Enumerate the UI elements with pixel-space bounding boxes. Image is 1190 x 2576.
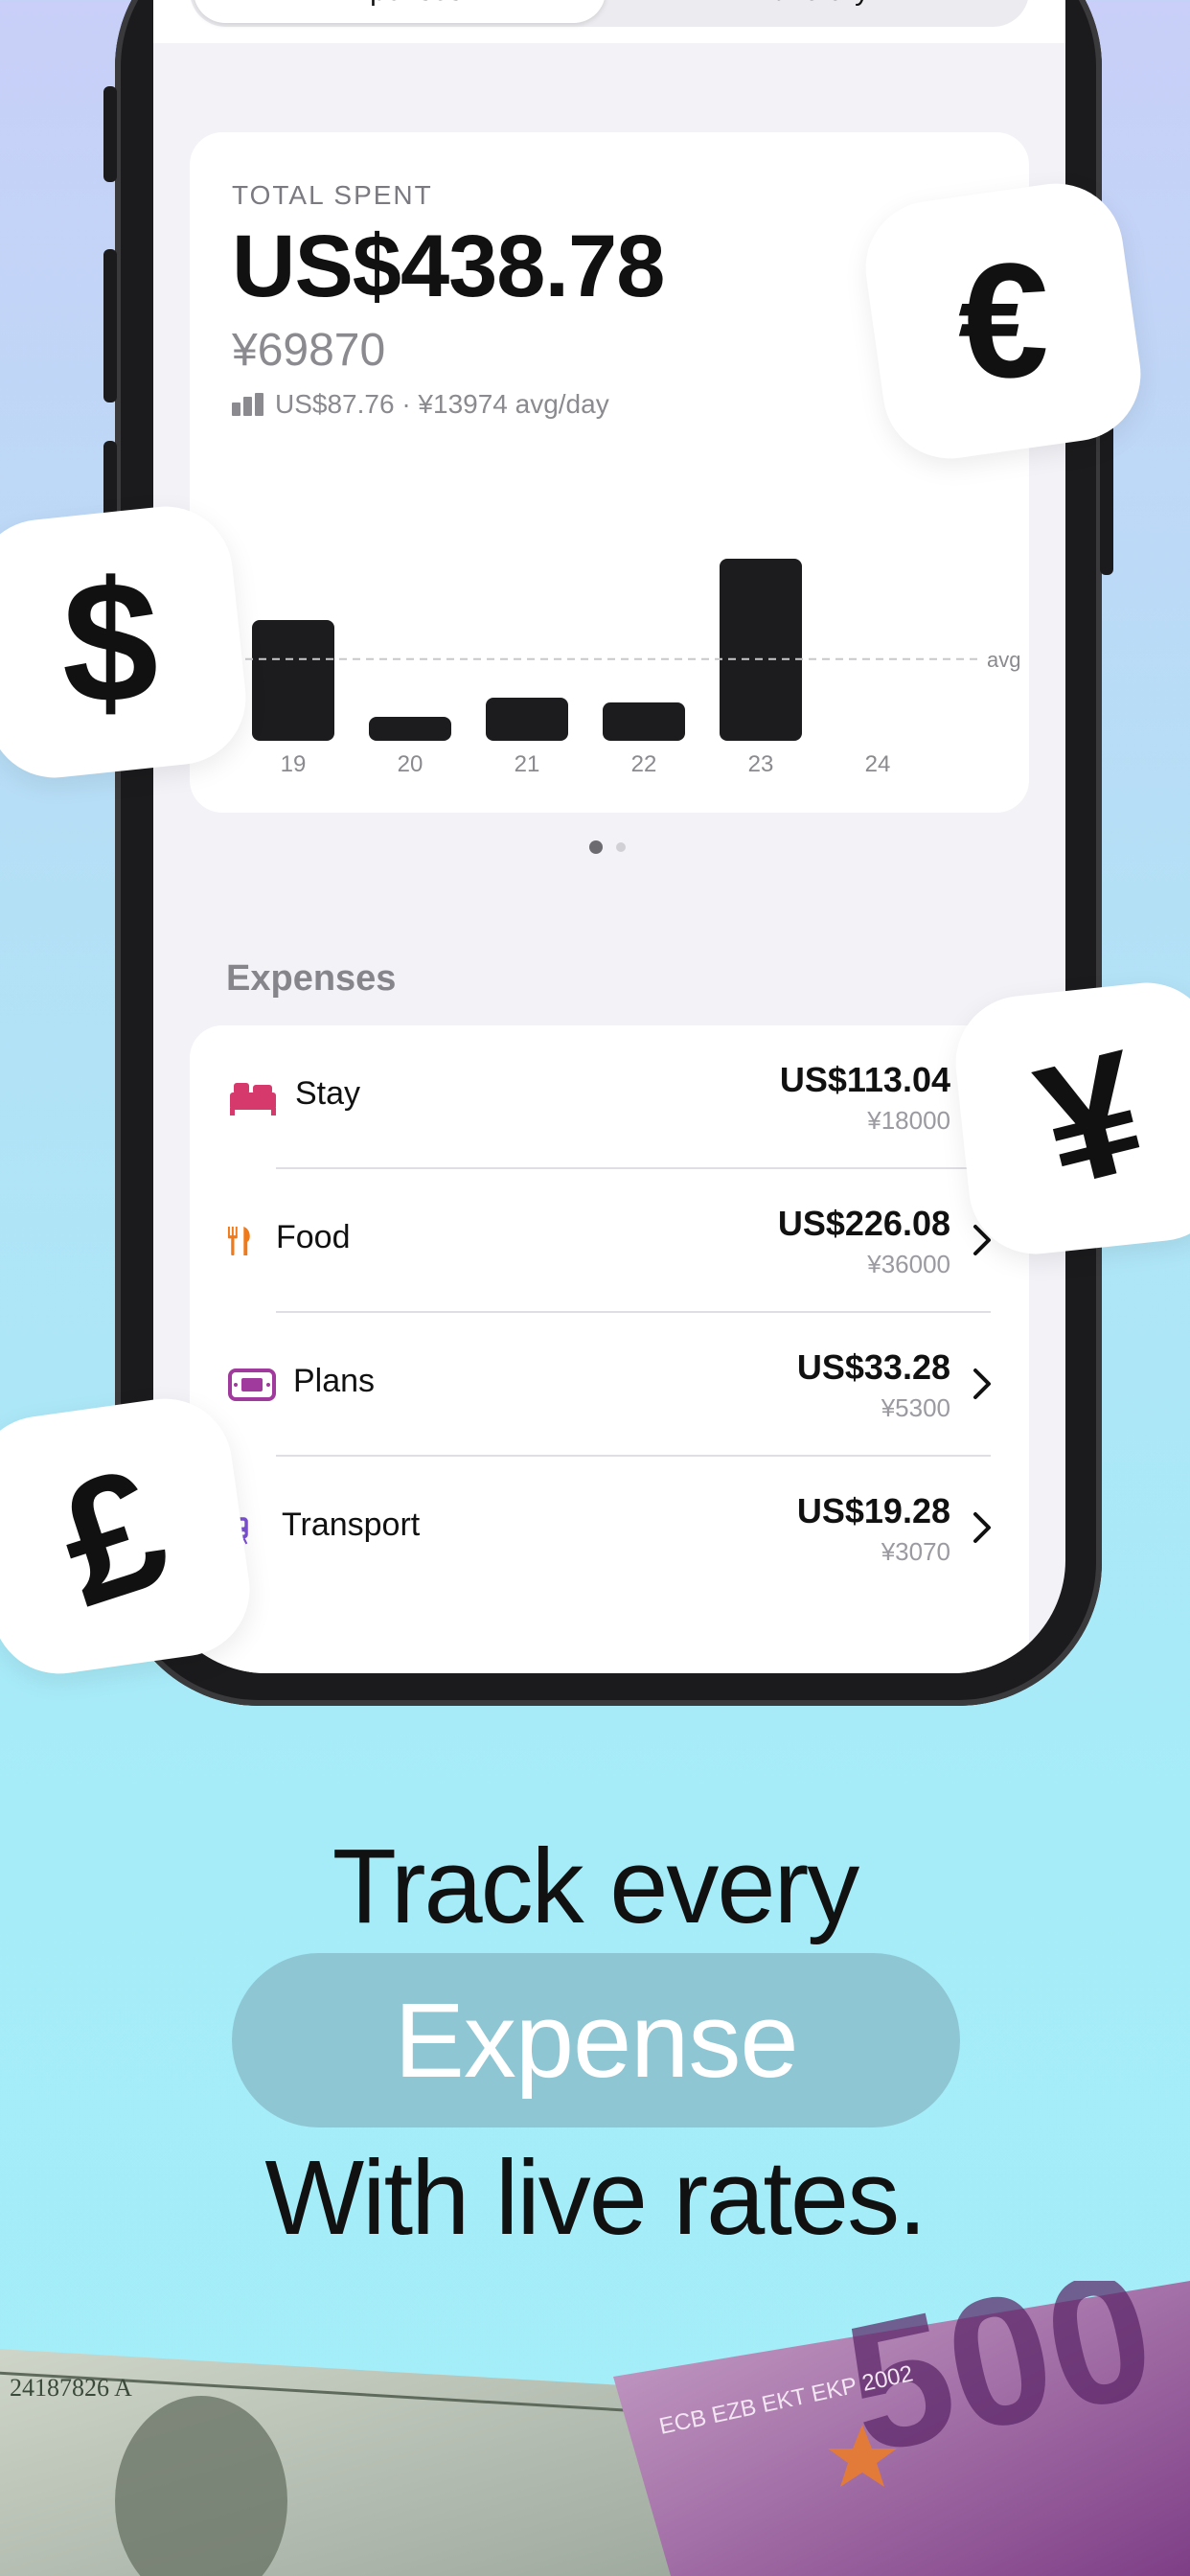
ticket-icon xyxy=(228,1368,276,1401)
expense-amount-yen: ¥5300 xyxy=(881,1393,950,1422)
segmented-control: Expenses Itinerary xyxy=(190,0,1029,27)
expense-name: Plans xyxy=(293,1363,376,1399)
chart-tick-label: 19 xyxy=(281,751,307,777)
expense-amount: US$113.04 xyxy=(779,1060,950,1099)
chart-tick-label: 23 xyxy=(748,751,774,777)
dollar-badge: $ xyxy=(0,499,253,785)
average-line-label: avg xyxy=(987,648,1020,672)
expense-name: Stay xyxy=(295,1075,361,1112)
expense-amount-yen: ¥36000 xyxy=(867,1250,950,1278)
expense-row-food[interactable]: Food US$226.08 ¥36000 xyxy=(190,1169,1029,1313)
headline-highlight-pill: Expense xyxy=(232,1953,960,2128)
expenses-section-title: Expenses xyxy=(226,958,397,999)
expense-amount: US$33.28 xyxy=(796,1347,950,1387)
fork-knife-icon xyxy=(227,1226,250,1256)
chart-bar xyxy=(720,559,802,741)
chart-bar xyxy=(486,698,568,741)
chevron-right-icon xyxy=(973,1512,991,1543)
expense-row-transport[interactable]: Transport US$19.28 ¥3070 xyxy=(190,1457,1029,1600)
banknotes-illustration: 24187826 A 500 ECB EZB EKT EKP 2002 xyxy=(0,2281,1190,2576)
chart-tick-label: 24 xyxy=(865,751,891,777)
dollar-icon: $ xyxy=(61,545,159,739)
page-indicator[interactable] xyxy=(589,840,626,854)
page-dot[interactable] xyxy=(589,840,603,854)
yen-badge: ¥ xyxy=(949,976,1190,1261)
chart-tick-label: 20 xyxy=(398,751,423,777)
tab-expenses[interactable]: Expenses xyxy=(194,0,606,23)
pound-badge: £ xyxy=(0,1390,259,1683)
page-dot[interactable] xyxy=(616,842,626,852)
svg-text:24187826 A: 24187826 A xyxy=(10,2374,132,2402)
expense-row-plans[interactable]: Plans US$33.28 ¥5300 xyxy=(190,1313,1029,1457)
expense-list: Stay US$113.04 ¥18000 Food US$226.08 ¥36… xyxy=(190,1025,1029,1673)
tab-itinerary[interactable]: Itinerary xyxy=(611,0,1023,23)
chart-bar xyxy=(603,702,685,741)
yen-icon: ¥ xyxy=(1021,1013,1161,1224)
expense-amount: US$19.28 xyxy=(796,1491,950,1530)
top-bar: Expenses Itinerary xyxy=(153,0,1065,43)
headline-line-1: Track every xyxy=(332,1828,859,1945)
phone-side-button xyxy=(103,86,117,182)
chart-tick-label: 21 xyxy=(515,751,540,777)
bed-icon xyxy=(230,1083,276,1116)
headline-highlight: Expense xyxy=(394,1981,798,2100)
expense-name: Food xyxy=(276,1219,351,1255)
chart-tick-label: 22 xyxy=(631,751,657,777)
chevron-right-icon xyxy=(973,1368,991,1399)
chart-bar xyxy=(252,620,334,741)
expense-row-stay[interactable]: Stay US$113.04 ¥18000 xyxy=(190,1025,1029,1169)
phone-side-button xyxy=(103,249,117,402)
euro-badge: € xyxy=(857,174,1150,468)
euro-icon: € xyxy=(957,230,1049,413)
chart-bar xyxy=(369,717,451,741)
pound-icon: £ xyxy=(36,1429,188,1644)
expense-amount: US$226.08 xyxy=(777,1204,950,1243)
expense-amount-yen: ¥3070 xyxy=(881,1537,950,1566)
headline-line-3: With live rates. xyxy=(264,2139,927,2257)
expense-name: Transport xyxy=(282,1506,421,1543)
euro-banknote: 500 ECB EZB EKT EKP 2002 xyxy=(613,2281,1190,2576)
expense-amount-yen: ¥18000 xyxy=(867,1106,950,1135)
